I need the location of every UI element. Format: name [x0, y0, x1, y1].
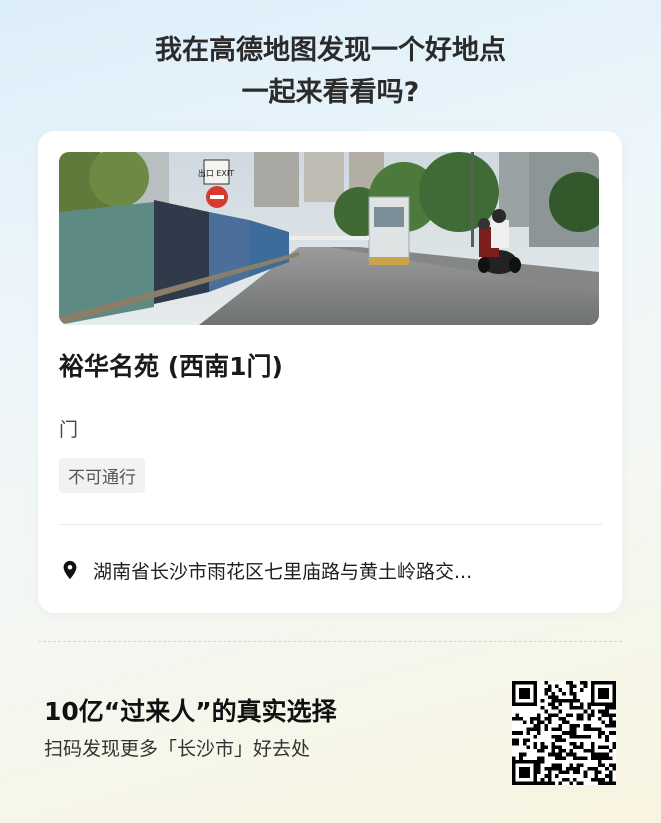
address-text: 湖南省长沙市雨花区七里庙路与黄土岭路交...	[93, 560, 473, 583]
card-divider	[59, 524, 602, 525]
poi-card[interactable]: 出口 EXIT 裕华名苑 (西南1门) 门 不可通行 湖南省长沙市雨花区七里庙路…	[38, 131, 622, 613]
poi-photo[interactable]: 出口 EXIT	[59, 152, 599, 325]
address-row[interactable]: 湖南省长沙市雨花区七里庙路与黄土岭路交...	[59, 555, 599, 585]
status-badge: 不可通行	[59, 458, 145, 493]
exit-sign-text: 出口 EXIT	[198, 168, 234, 178]
location-pin-icon	[63, 560, 77, 580]
headline-line-2: 一起来看看吗?	[241, 77, 420, 108]
dashed-divider	[38, 641, 622, 642]
headline-line-1: 我在高德地图发现一个好地点	[155, 35, 506, 66]
share-headline: 我在高德地图发现一个好地点 一起来看看吗?	[0, 30, 661, 114]
place-name: 裕华名苑 (西南1门)	[59, 352, 283, 381]
qr-code-image	[512, 681, 616, 785]
slogan: 10亿“过来人”的真实选择	[44, 697, 337, 726]
street-gate-photo: 出口 EXIT	[59, 152, 599, 325]
scan-prompt: 扫码发现更多「长沙市」好去处	[44, 738, 311, 760]
place-category: 门	[59, 419, 79, 441]
qr-code[interactable]	[512, 681, 616, 785]
